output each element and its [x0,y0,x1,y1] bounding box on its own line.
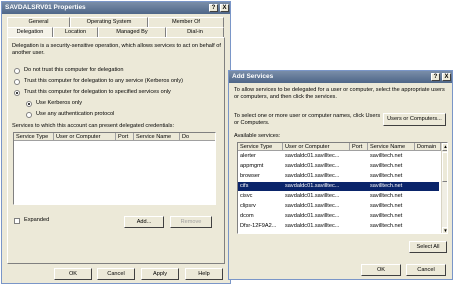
cell-service-type: Dfsr-12F9A2... [240,223,277,229]
properties-title: SAVDALSRV01 Properties [5,4,86,11]
properties-window: SAVDALSRV01 Properties ? X General Opera… [1,1,231,284]
cell-user-or-computer: savdaldc01.savilltec... [285,223,340,229]
radio-trust-any-label: Trust this computer for delegation to an… [24,78,183,84]
cell-service-type: cifs [240,183,249,189]
service-row[interactable]: appmgmt savdaldc01.savilltec... savilltech… [238,162,439,171]
radio-trust-any[interactable] [14,79,20,85]
remove-button[interactable]: Remove [170,216,212,228]
expanded-label: Expanded [24,217,50,223]
tab-dial-in[interactable]: Dial-in [166,27,224,37]
cell-service-name: savilltech.net [370,203,403,209]
tab-location[interactable]: Location [53,27,98,37]
expanded-checkbox[interactable] [14,218,20,224]
cell-user-or-computer: savdaldc01.savilltec... [285,173,340,179]
column-service-name[interactable]: Service Name [134,133,180,141]
cell-service-type: appmgmt [240,163,264,169]
services-scrollbar[interactable]: ▲ ▼ [441,143,447,233]
cell-user-or-computer: savdaldc01.savilltec... [285,153,340,159]
cell-service-name: savilltech.net [370,183,403,189]
column-service-type[interactable]: Service Type [14,133,54,141]
radio-any-protocol-label: Use any authentication protocol [36,111,115,117]
scroll-thumb[interactable] [442,152,447,182]
add-services-help-title-button[interactable]: ? [431,73,440,81]
add-services-title: Add Services [232,73,274,80]
radio-trust-specified[interactable] [14,90,20,96]
avail-column-service-type[interactable]: Service Type [238,143,283,151]
column-port[interactable]: Port [116,133,134,141]
scroll-down-arrow[interactable]: ▼ [442,227,447,233]
cancel-button[interactable]: Cancel [97,268,135,280]
radio-no-trust-label: Do not trust this computer for delegatio… [24,67,124,73]
cell-user-or-computer: savdaldc01.savilltec... [285,183,340,189]
cell-service-name: savilltech.net [370,163,403,169]
cell-user-or-computer: savdaldc01.savilltec... [285,213,340,219]
radio-trust-specified-label: Trust this computer for delegation to sp… [24,89,171,95]
add-services-cancel-button[interactable]: Cancel [406,264,446,276]
service-row[interactable]: cisvc savdaldc01.savilltec... savilltech.n… [238,192,439,201]
cell-service-name: savilltech.net [370,153,403,159]
properties-title-bar[interactable]: SAVDALSRV01 Properties [2,2,230,14]
tab-general[interactable]: General [7,17,70,27]
cell-service-type: cisvc [240,193,253,199]
add-services-close-title-button[interactable]: X [442,73,451,81]
select-all-button[interactable]: Select All [409,241,447,253]
radio-kerberos-only[interactable] [26,101,32,107]
available-services-label: Available services: [234,133,281,139]
services-label: Services to which this account can prese… [12,123,175,129]
cell-user-or-computer: savdaldc01.savilltec... [285,163,340,169]
add-button[interactable]: Add... [124,216,164,228]
tab-managed-by[interactable]: Managed By [98,27,166,37]
radio-kerberos-only-label: Use Kerberos only [36,100,83,106]
cell-service-name: savilltech.net [370,213,403,219]
add-services-ok-button[interactable]: OK [361,264,401,276]
service-row[interactable]: browser savdaldc01.savilltec... savilltech… [238,172,439,181]
radio-any-protocol[interactable] [26,112,32,118]
add-services-title-bar[interactable]: Add Services [229,71,452,83]
avail-column-user-or-computer[interactable]: User or Computer [283,143,350,151]
delegation-description: Delegation is a security-sensitive opera… [12,43,221,56]
select-users-text: To select one or more user or computer n… [234,113,381,126]
add-services-window: Add Services ? X To allow services to be… [228,70,453,280]
service-row[interactable]: Dfsr-12F9A2... savdaldc01.savilltec... sav… [238,222,439,231]
radio-no-trust[interactable] [14,68,20,74]
column-user-or-computer[interactable]: User or Computer [54,133,116,141]
ok-button[interactable]: OK [54,268,92,280]
help-title-button[interactable]: ? [209,4,218,12]
service-rows: alerter savdaldc01.savilltec... savilltech… [238,152,439,233]
close-title-button[interactable]: X [220,4,229,12]
avail-column-domain[interactable]: Domain [415,143,441,151]
cell-service-type: alerter [240,153,256,159]
apply-button[interactable]: Apply [141,268,179,280]
tab-member-of[interactable]: Member Of [148,17,224,27]
cell-service-type: clipsrv [240,203,256,209]
column-domain[interactable]: Do [180,133,215,141]
delegated-services-list[interactable]: Service Type User or Computer Port Servi… [13,132,216,205]
tab-operating-system[interactable]: Operating System [70,17,148,27]
available-services-list[interactable]: Service Type User or Computer Port Servi… [237,142,448,234]
cell-service-name: savilltech.net [370,173,403,179]
service-row[interactable]: alerter savdaldc01.savilltec... savilltech… [238,152,439,161]
add-services-intro: To allow services to be delegated for a … [234,87,445,100]
service-row[interactable]: cifs savdaldc01.savilltec... savilltech.ne… [238,182,439,191]
avail-column-port[interactable]: Port [350,143,368,151]
cell-service-type: dcom [240,213,254,219]
service-row[interactable]: clipsrv savdaldc01.savilltec... savilltech… [238,202,439,211]
scroll-up-arrow[interactable]: ▲ [442,143,447,151]
cell-user-or-computer: savdaldc01.savilltec... [285,203,340,209]
cell-service-name: savilltech.net [370,223,403,229]
cell-user-or-computer: savdaldc01.savilltec... [285,193,340,199]
help-button[interactable]: Help [185,268,223,280]
users-or-computers-button[interactable]: Users or Computers... [383,113,446,126]
cell-service-name: savilltech.net [370,193,403,199]
service-row[interactable]: dcom savdaldc01.savilltec... savilltech.ne… [238,212,439,221]
avail-column-service-name[interactable]: Service Name [368,143,415,151]
cell-service-type: browser [240,173,260,179]
